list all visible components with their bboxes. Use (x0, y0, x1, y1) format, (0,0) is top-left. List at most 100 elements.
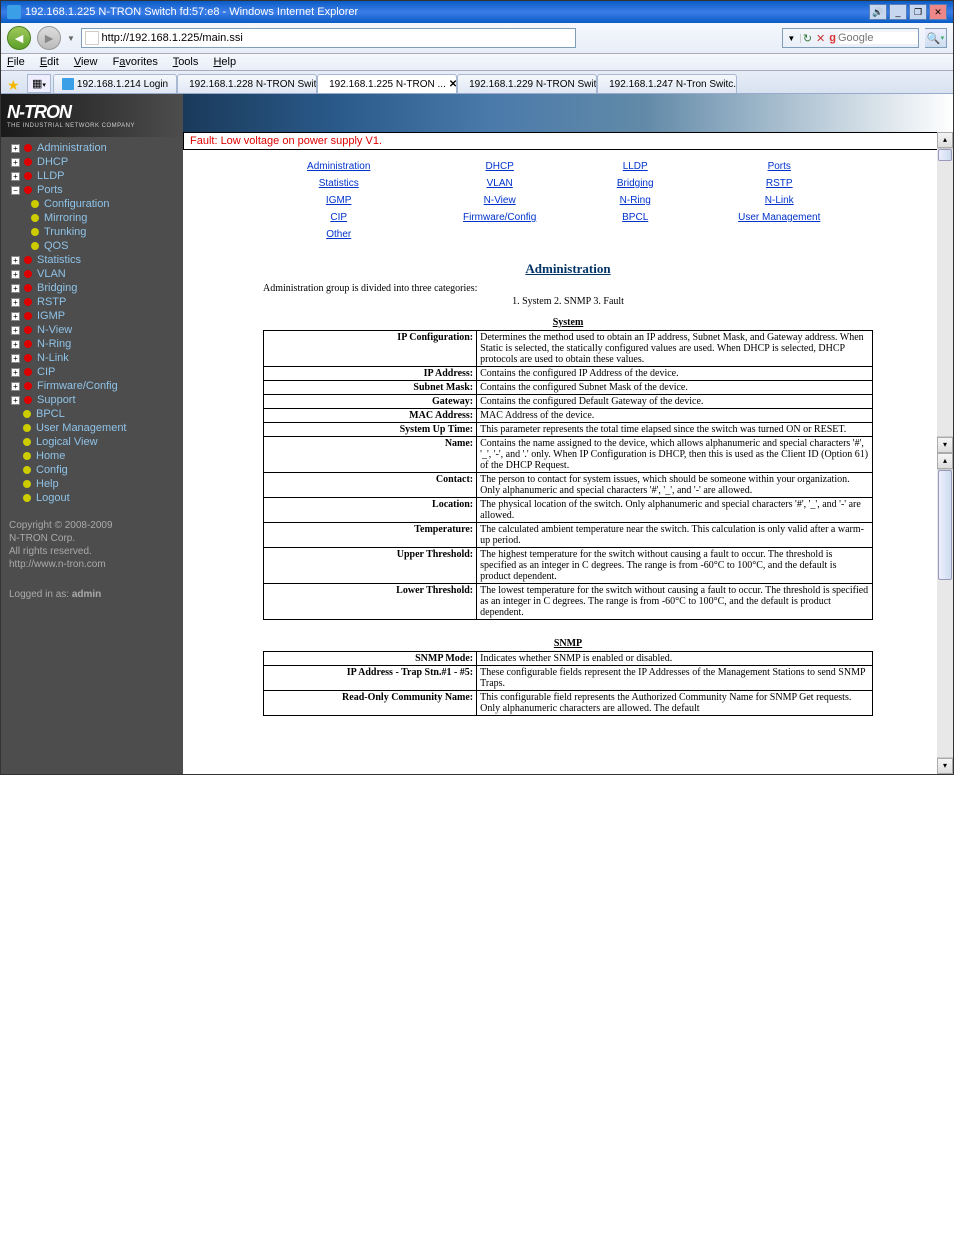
link-nview[interactable]: N-View (484, 195, 516, 206)
nav-help[interactable]: Help (3, 477, 181, 491)
favorites-star-icon[interactable]: ★ (7, 77, 23, 93)
search-input[interactable] (838, 32, 918, 44)
nav-home[interactable]: Home (3, 449, 181, 463)
expand-icon[interactable]: + (11, 298, 20, 307)
tab-2-active[interactable]: 192.168.1.225 N-TRON ... ✕ (317, 74, 457, 93)
nav-ports[interactable]: −Ports (3, 183, 181, 197)
speaker-button[interactable]: 🔊 (869, 4, 887, 20)
link-firmware[interactable]: Firmware/Config (463, 212, 536, 223)
nav-ports-mirroring[interactable]: Mirroring (3, 211, 181, 225)
expand-icon[interactable]: + (11, 172, 20, 181)
nav-logical-view[interactable]: Logical View (3, 435, 181, 449)
nav-administration[interactable]: +Administration (3, 141, 181, 155)
tab-close-icon[interactable]: ✕ (449, 79, 457, 90)
scroll-up-button-2[interactable]: ▴ (937, 453, 953, 469)
stop-icon[interactable]: ✕ (816, 32, 825, 45)
nav-rstp[interactable]: +RSTP (3, 295, 181, 309)
expand-icon[interactable]: + (11, 354, 20, 363)
search-box[interactable]: ▼ ↻ ✕ g (782, 28, 919, 48)
nav-logout[interactable]: Logout (3, 491, 181, 505)
key: Gateway: (264, 395, 477, 409)
expand-icon[interactable]: + (11, 144, 20, 153)
tab-1[interactable]: 192.168.1.228 N-TRON Swit... (177, 74, 317, 93)
menu-edit[interactable]: Edit (40, 56, 59, 68)
val: This configurable field represents the A… (477, 691, 873, 716)
nav-vlan[interactable]: +VLAN (3, 267, 181, 281)
nav-ports-config[interactable]: Configuration (3, 197, 181, 211)
scroll-down-button-2[interactable]: ▾ (937, 758, 953, 774)
logged-in-status: Logged in as: admin (1, 581, 183, 608)
tab-3[interactable]: 192.168.1.229 N-TRON Swit... (457, 74, 597, 93)
link-lldp[interactable]: LLDP (623, 161, 648, 172)
search-dd-icon[interactable]: ▼ (783, 34, 801, 43)
link-igmp[interactable]: IGMP (326, 195, 352, 206)
nav-nview[interactable]: +N-View (3, 323, 181, 337)
main-panel: Fault: Low voltage on power supply V1. A… (183, 94, 953, 774)
close-button[interactable]: ✕ (929, 4, 947, 20)
nav-support[interactable]: +Support (3, 393, 181, 407)
expand-icon[interactable]: + (11, 270, 20, 279)
ie-icon (7, 5, 21, 19)
search-button[interactable]: 🔍▾ (925, 28, 947, 48)
nav-bpcl[interactable]: BPCL (3, 407, 181, 421)
nav-config[interactable]: Config (3, 463, 181, 477)
link-user-management[interactable]: User Management (738, 212, 820, 223)
menu-help[interactable]: Help (213, 56, 236, 68)
maximize-button[interactable]: ❐ (909, 4, 927, 20)
expand-icon[interactable]: − (11, 186, 20, 195)
expand-icon[interactable]: + (11, 158, 20, 167)
refresh-icon[interactable]: ↻ (803, 32, 812, 45)
link-nring[interactable]: N-Ring (620, 195, 651, 206)
link-cip[interactable]: CIP (330, 212, 347, 223)
expand-icon[interactable]: + (11, 312, 20, 321)
back-button[interactable]: ◄ (7, 26, 31, 50)
menu-file[interactable]: File (7, 56, 25, 68)
link-bridging[interactable]: Bridging (617, 178, 654, 189)
menu-view[interactable]: View (74, 56, 98, 68)
nav-ports-trunking[interactable]: Trunking (3, 225, 181, 239)
link-statistics[interactable]: Statistics (319, 178, 359, 189)
link-dhcp[interactable]: DHCP (486, 161, 514, 172)
scroll-up-button[interactable]: ▴ (937, 132, 953, 148)
nav-nlink[interactable]: +N-Link (3, 351, 181, 365)
nav-lldp[interactable]: +LLDP (3, 169, 181, 183)
link-other[interactable]: Other (326, 229, 351, 240)
menu-tools[interactable]: Tools (173, 56, 199, 68)
expand-icon[interactable]: + (11, 256, 20, 265)
address-bar[interactable] (81, 28, 576, 48)
bullet-icon (24, 186, 32, 194)
scroll-thumb-1[interactable] (938, 149, 952, 161)
link-vlan[interactable]: VLAN (487, 178, 513, 189)
tab-0[interactable]: 192.168.1.214 Login (53, 74, 177, 93)
forward-button[interactable]: ► (37, 26, 61, 50)
expand-icon[interactable]: + (11, 326, 20, 335)
nav-statistics[interactable]: +Statistics (3, 253, 181, 267)
link-ports[interactable]: Ports (768, 161, 791, 172)
link-nlink[interactable]: N-Link (765, 195, 794, 206)
link-rstp[interactable]: RSTP (766, 178, 793, 189)
nav-ports-qos[interactable]: QOS (3, 239, 181, 253)
nav-dhcp[interactable]: +DHCP (3, 155, 181, 169)
link-administration[interactable]: Administration (307, 161, 370, 172)
minimize-button[interactable]: _ (889, 4, 907, 20)
scroll-thumb-2[interactable] (938, 470, 952, 580)
nav-bridging[interactable]: +Bridging (3, 281, 181, 295)
scroll-down-button[interactable]: ▾ (937, 437, 953, 453)
expand-icon[interactable]: + (11, 396, 20, 405)
menu-favorites[interactable]: Favorites (113, 56, 158, 68)
link-bpcl[interactable]: BPCL (622, 212, 648, 223)
nav-nring[interactable]: +N-Ring (3, 337, 181, 351)
tab-4[interactable]: 192.168.1.247 N-Tron Switc... (597, 74, 737, 93)
dropdown-arrow-icon[interactable]: ▼ (67, 34, 75, 43)
favorites-grid-icon[interactable]: ▦▾ (27, 74, 51, 93)
expand-icon[interactable]: + (11, 368, 20, 377)
nav-firmware[interactable]: +Firmware/Config (3, 379, 181, 393)
expand-icon[interactable]: + (11, 284, 20, 293)
url-input[interactable] (102, 32, 572, 44)
nav-igmp[interactable]: +IGMP (3, 309, 181, 323)
expand-icon[interactable]: + (11, 340, 20, 349)
main-scrollbar[interactable]: ▴ ▾ ▴ ▾ (937, 132, 953, 774)
nav-cip[interactable]: +CIP (3, 365, 181, 379)
nav-user-management[interactable]: User Management (3, 421, 181, 435)
expand-icon[interactable]: + (11, 382, 20, 391)
